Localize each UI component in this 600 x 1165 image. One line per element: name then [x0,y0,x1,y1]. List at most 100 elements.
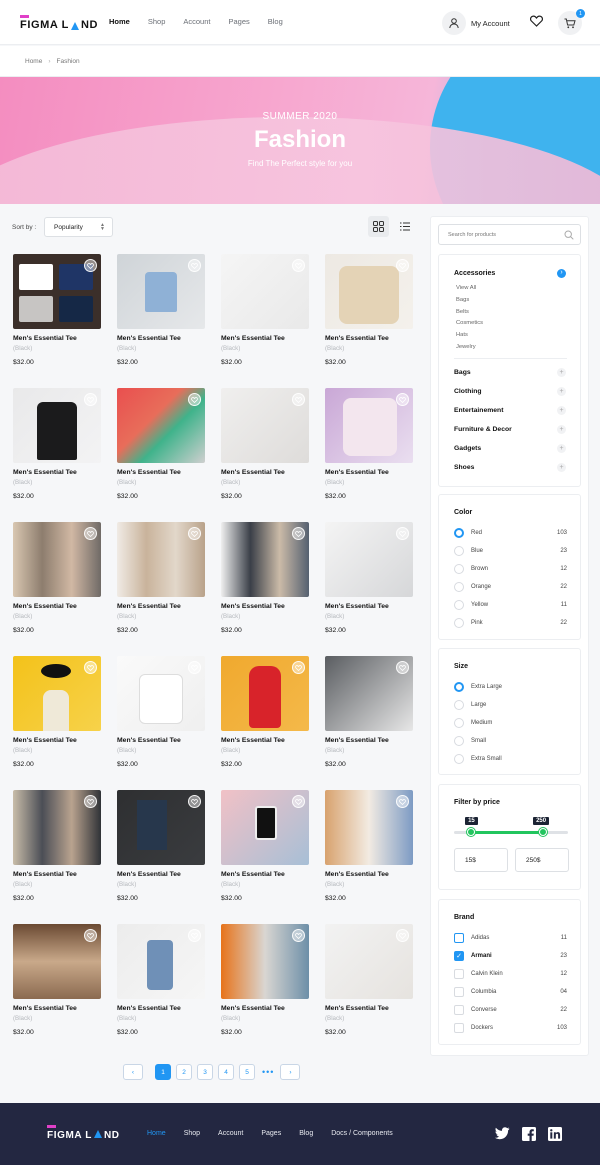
expand-icon[interactable]: › [557,269,566,278]
product-card[interactable]: Men's Essential Tee (Black) $32.00 [13,656,101,776]
subcategory-bags[interactable]: Bags [456,297,469,303]
footer-nav-blog[interactable]: Blog [299,1130,313,1137]
plus-icon[interactable]: + [557,425,566,434]
price-max-handle[interactable] [539,828,548,836]
product-card[interactable]: Men's Essential Tee (Black) $32.00 [221,388,309,508]
wishlist-heart-icon[interactable] [188,661,201,674]
product-name[interactable]: Men's Essential Tee [221,871,309,878]
size-option-label[interactable]: Large [471,702,486,708]
wishlist-heart-icon[interactable] [188,929,201,942]
product-name[interactable]: Men's Essential Tee [117,469,205,476]
product-image[interactable] [221,388,309,463]
color-radio[interactable] [454,564,464,574]
product-card[interactable]: Men's Essential Tee (Black) $32.00 [13,522,101,642]
wishlist-heart-icon[interactable] [188,527,201,540]
product-name[interactable]: Men's Essential Tee [13,469,101,476]
product-name[interactable]: Men's Essential Tee [325,737,413,744]
product-image[interactable] [325,388,413,463]
product-name[interactable]: Men's Essential Tee [325,469,413,476]
nav-pages[interactable]: Pages [228,17,249,26]
prev-page-button[interactable]: ‹ [123,1064,143,1080]
product-image[interactable] [221,522,309,597]
product-name[interactable]: Men's Essential Tee [325,1005,413,1012]
category-shoes[interactable]: Shoes [454,464,474,471]
wishlist-heart-icon[interactable] [84,661,97,674]
plus-icon[interactable]: + [557,463,566,472]
footer-nav-home[interactable]: Home [147,1130,166,1137]
color-radio[interactable] [454,618,464,628]
color-option-label[interactable]: Blue [471,548,483,554]
product-image[interactable] [221,656,309,731]
footer-nav-shop[interactable]: Shop [184,1130,200,1137]
brand-option-label[interactable]: Adidas [471,935,489,941]
footer-nav-account[interactable]: Account [218,1130,243,1137]
nav-account[interactable]: Account [183,17,210,26]
product-name[interactable]: Men's Essential Tee [325,603,413,610]
product-card[interactable]: Men's Essential Tee (Black) $32.00 [13,790,101,910]
twitter-icon[interactable] [495,1127,510,1140]
wishlist-heart-icon[interactable] [292,259,305,272]
size-radio[interactable] [454,718,464,728]
product-card[interactable]: Men's Essential Tee (Black) $32.00 [117,656,205,776]
subcategory-view-all[interactable]: View All [456,285,476,291]
plus-icon[interactable]: + [557,368,566,377]
page-5-button[interactable]: 5 [239,1064,255,1080]
product-card[interactable]: Men's Essential Tee (Black) $32.00 [221,790,309,910]
product-image[interactable] [325,790,413,865]
wishlist-heart-icon[interactable] [292,661,305,674]
size-radio[interactable] [454,682,464,692]
wishlist-heart-icon[interactable] [529,14,544,32]
product-card[interactable]: Men's Essential Tee (Black) $32.00 [117,254,205,374]
page-4-button[interactable]: 4 [218,1064,234,1080]
product-name[interactable]: Men's Essential Tee [221,335,309,342]
wishlist-heart-icon[interactable] [84,929,97,942]
plus-icon[interactable]: + [557,387,566,396]
size-radio[interactable] [454,700,464,710]
product-card[interactable]: Men's Essential Tee (Black) $32.00 [117,388,205,508]
breadcrumb-home[interactable]: Home [25,58,42,65]
color-radio[interactable] [454,582,464,592]
product-image[interactable] [13,924,101,999]
size-option-label[interactable]: Extra Large [471,684,502,690]
sort-select[interactable]: Popularity ▲ ▼ [44,217,113,237]
page-2-button[interactable]: 2 [176,1064,192,1080]
subcategory-cosmetics[interactable]: Cosmetics [456,320,483,326]
product-card[interactable]: Men's Essential Tee (Black) $32.00 [13,924,101,1044]
wishlist-heart-icon[interactable] [292,393,305,406]
facebook-icon[interactable] [522,1127,536,1141]
product-image[interactable] [13,522,101,597]
size-option-label[interactable]: Small [471,738,486,744]
product-name[interactable]: Men's Essential Tee [325,335,413,342]
product-image[interactable] [117,522,205,597]
category-clothing[interactable]: Clothing [454,388,482,395]
product-image[interactable] [117,254,205,329]
product-card[interactable]: Men's Essential Tee (Black) $32.00 [221,254,309,374]
size-radio[interactable] [454,754,464,764]
product-name[interactable]: Men's Essential Tee [117,335,205,342]
product-image[interactable] [117,790,205,865]
product-image[interactable] [325,656,413,731]
logo[interactable]: FIGMA L ND [20,15,98,31]
product-name[interactable]: Men's Essential Tee [117,871,205,878]
product-image[interactable] [117,924,205,999]
product-image[interactable] [221,790,309,865]
wishlist-heart-icon[interactable] [396,795,409,808]
grid-view-button[interactable] [368,216,389,237]
wishlist-heart-icon[interactable] [188,259,201,272]
wishlist-heart-icon[interactable] [396,527,409,540]
product-card[interactable]: Men's Essential Tee (Black) $32.00 [221,924,309,1044]
price-max-input[interactable]: 250$ [515,848,569,872]
product-card[interactable]: Men's Essential Tee (Black) $32.00 [325,254,413,374]
product-card[interactable]: Men's Essential Tee (Black) $32.00 [325,388,413,508]
product-image[interactable] [221,924,309,999]
linkedin-icon[interactable] [548,1127,562,1141]
wishlist-heart-icon[interactable] [84,259,97,272]
size-option-label[interactable]: Medium [471,720,492,726]
price-slider[interactable]: 15 250 [454,817,568,836]
color-radio[interactable] [454,528,464,538]
product-image[interactable] [117,656,205,731]
color-option-label[interactable]: Red [471,530,482,536]
subcategory-jewelry[interactable]: Jewelry [456,344,476,350]
product-image[interactable] [325,522,413,597]
price-min-input[interactable]: 15$ [454,848,508,872]
